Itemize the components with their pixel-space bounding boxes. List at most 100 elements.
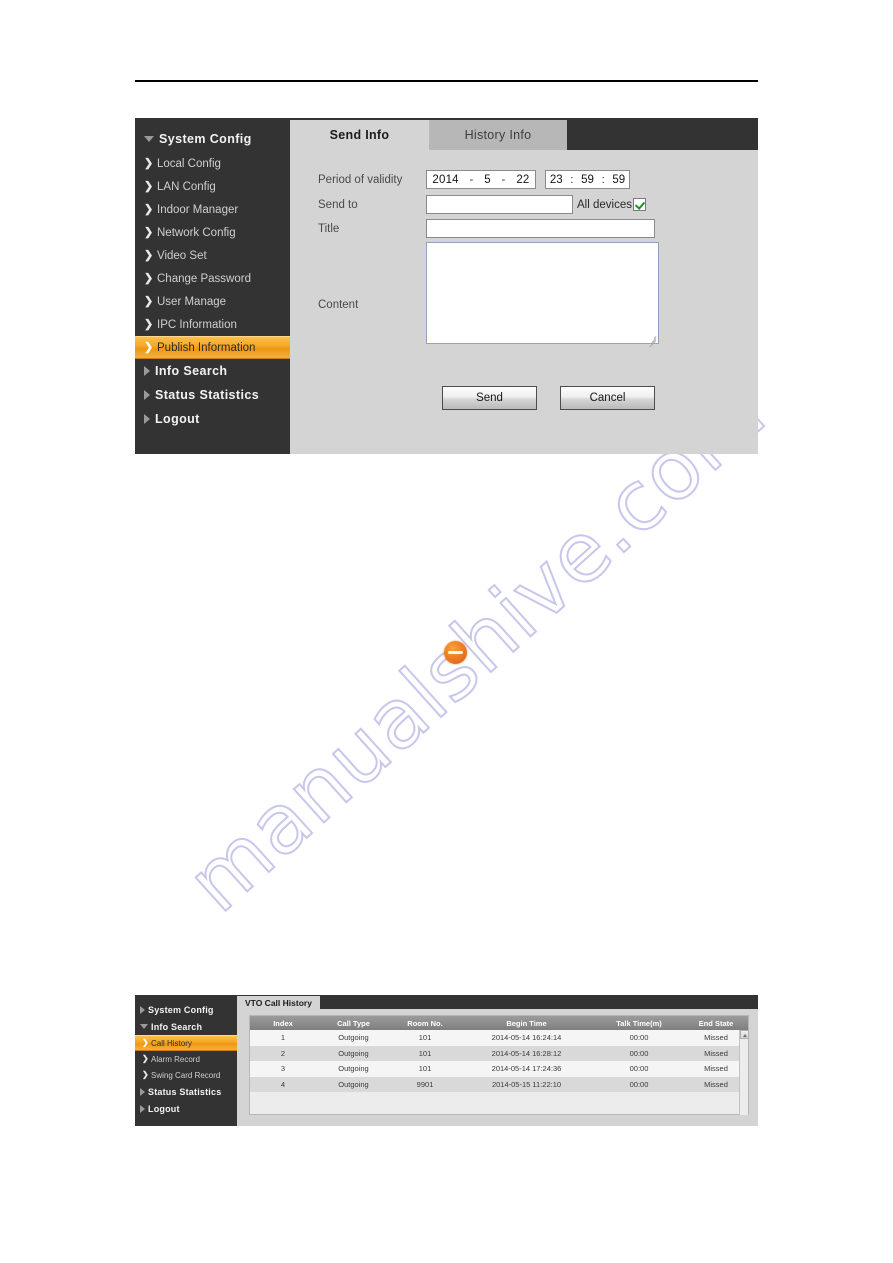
time-hour: 23 <box>549 173 563 186</box>
chevron-right-icon: ❯ <box>144 249 154 261</box>
title-input[interactable] <box>426 219 655 238</box>
chevron-right-icon: ❯ <box>144 272 154 284</box>
table-row[interactable]: 2 Outgoing 101 2014-05-14 16:28:12 00:00… <box>250 1045 748 1061</box>
chevron-right-icon: ❯ <box>142 1070 149 1079</box>
sidebar-group-label: Logout <box>155 412 200 426</box>
triangle-right-icon <box>140 1005 145 1014</box>
column-header-room-no: Room No. <box>407 1018 443 1028</box>
sidebar-item-indoor-manager[interactable]: ❯ Indoor Manager <box>135 198 290 221</box>
chevron-right-icon: ❯ <box>144 295 154 307</box>
triangle-right-icon <box>144 366 150 376</box>
sidebar-item-change-password[interactable]: ❯ Change Password <box>135 267 290 290</box>
cell-begin-time: 2014-05-14 16:24:14 <box>491 1033 562 1043</box>
sidebar-group-system-config[interactable]: System Config <box>135 1001 237 1018</box>
send-button[interactable]: Send <box>442 386 537 410</box>
sidebar-item-user-manage[interactable]: ❯ User Manage <box>135 290 290 313</box>
sidebar-group-logout[interactable]: Logout <box>135 407 290 431</box>
title-label: Title <box>318 222 340 235</box>
cancel-button[interactable]: Cancel <box>560 386 655 410</box>
date-input[interactable]: 2014 - 5 - 22 <box>426 170 536 189</box>
tab-vto-call-history[interactable]: VTO Call History <box>237 996 320 1009</box>
sidebar-group-label: Logout <box>148 1103 180 1114</box>
period-of-validity-label: Period of validity <box>318 173 403 186</box>
content-textarea[interactable] <box>426 242 659 348</box>
cell-index: 3 <box>280 1064 286 1074</box>
sidebar-item-publish-information[interactable]: ❯ Publish Information <box>135 336 290 359</box>
sidebar-item-local-config[interactable]: ❯ Local Config <box>135 152 290 175</box>
sidebar-item-network-config[interactable]: ❯ Network Config <box>135 221 290 244</box>
triangle-right-icon <box>140 1087 145 1096</box>
time-input[interactable]: 23 : 59 : 59 <box>545 170 630 189</box>
sidebar-item-call-history[interactable]: ❯ Call History <box>135 1035 237 1051</box>
tab-send-info[interactable]: Send Info <box>290 120 429 150</box>
sidebar-group-label: Info Search <box>155 364 228 378</box>
chevron-right-icon: ❯ <box>144 203 154 215</box>
sidebar-group-status-statistics[interactable]: Status Statistics <box>135 383 290 407</box>
table-row[interactable]: 3 Outgoing 101 2014-05-14 17:24:36 00:00… <box>250 1061 748 1077</box>
all-devices-checkbox[interactable] <box>632 198 646 211</box>
cell-talk-time: 00:00 <box>629 1033 649 1043</box>
table-vertical-scrollbar[interactable] <box>739 1030 749 1115</box>
top-sidebar: System Config ❯ Local Config ❯ LAN Confi… <box>135 118 290 454</box>
table-header-row: Index Call Type Room No. Begin Time Talk… <box>250 1016 748 1030</box>
cell-room-no: 101 <box>418 1033 432 1043</box>
chevron-right-icon: ❯ <box>144 341 154 353</box>
sidebar-item-label: IPC Information <box>157 318 237 331</box>
tab-history-info[interactable]: History Info <box>429 120 567 150</box>
sidebar-item-video-set[interactable]: ❯ Video Set <box>135 244 290 267</box>
sidebar-item-alarm-record[interactable]: ❯ Alarm Record <box>135 1051 237 1067</box>
tabstrip: VTO Call History <box>237 995 758 1009</box>
date-separator: - <box>469 173 474 186</box>
chevron-right-icon: ❯ <box>144 180 154 192</box>
triangle-right-icon <box>140 1104 145 1113</box>
cell-begin-time: 2014-05-14 17:24:36 <box>491 1064 562 1074</box>
bottom-sidebar: System Config Info Search ❯ Call History… <box>135 995 237 1126</box>
scroll-up-arrow-icon[interactable] <box>740 1030 749 1039</box>
sidebar-group-info-search[interactable]: Info Search <box>135 1018 237 1035</box>
sidebar-group-info-search[interactable]: Info Search <box>135 359 290 383</box>
time-separator: : <box>570 173 574 186</box>
all-devices-control[interactable]: All devices <box>577 198 646 211</box>
sidebar-item-label: Swing Card Record <box>151 1070 221 1080</box>
sidebar-group-label: System Config <box>148 1004 214 1015</box>
sidebar-group-label: Info Search <box>151 1021 203 1032</box>
page-header-rule <box>135 80 758 82</box>
send-to-input[interactable] <box>426 195 573 214</box>
chevron-right-icon: ❯ <box>142 1038 149 1047</box>
publish-information-window: System Config ❯ Local Config ❯ LAN Confi… <box>135 118 758 454</box>
cell-index: 2 <box>280 1048 286 1058</box>
table-row[interactable]: 4 Outgoing 9901 2014-05-15 11:22:10 00:0… <box>250 1076 748 1092</box>
cell-talk-time: 00:00 <box>629 1079 649 1089</box>
sidebar-group-logout[interactable]: Logout <box>135 1100 237 1117</box>
sidebar-item-label: Change Password <box>157 272 251 285</box>
column-header-begin-time: Begin Time <box>506 1018 547 1028</box>
content-label: Content <box>318 299 359 311</box>
all-devices-label: All devices <box>577 198 632 211</box>
cell-call-type: Outgoing <box>338 1064 369 1074</box>
sidebar-item-label: Call History <box>151 1038 192 1048</box>
time-minute: 59 <box>581 173 594 186</box>
cell-call-type: Outgoing <box>338 1033 369 1043</box>
triangle-down-icon <box>144 136 154 142</box>
cell-call-type: Outgoing <box>338 1079 369 1089</box>
triangle-right-icon <box>144 414 150 424</box>
sidebar-item-lan-config[interactable]: ❯ LAN Config <box>135 175 290 198</box>
chevron-right-icon: ❯ <box>144 318 154 330</box>
cell-talk-time: 00:00 <box>629 1064 649 1074</box>
sidebar-item-label: Network Config <box>157 226 236 239</box>
table-row[interactable]: 1 Outgoing 101 2014-05-14 16:24:14 00:00… <box>250 1030 748 1046</box>
sidebar-group-system-config[interactable]: System Config <box>135 127 290 151</box>
sidebar-item-label: User Manage <box>157 295 227 308</box>
sidebar-group-status-statistics[interactable]: Status Statistics <box>135 1083 237 1100</box>
chevron-right-icon: ❯ <box>144 157 154 169</box>
sidebar-item-label: Indoor Manager <box>157 203 239 216</box>
sidebar-item-ipc-information[interactable]: ❯ IPC Information <box>135 313 290 336</box>
sidebar-item-label: Publish Information <box>157 341 256 354</box>
triangle-down-icon <box>140 1024 148 1029</box>
column-header-talk-time: Talk Time(m) <box>616 1018 662 1028</box>
column-header-index: Index <box>273 1018 293 1028</box>
sidebar-item-swing-card-record[interactable]: ❯ Swing Card Record <box>135 1067 237 1083</box>
tabstrip: Send Info History Info <box>290 118 758 150</box>
resize-handle-icon[interactable] <box>648 333 657 348</box>
cell-begin-time: 2014-05-15 11:22:10 <box>491 1079 562 1089</box>
